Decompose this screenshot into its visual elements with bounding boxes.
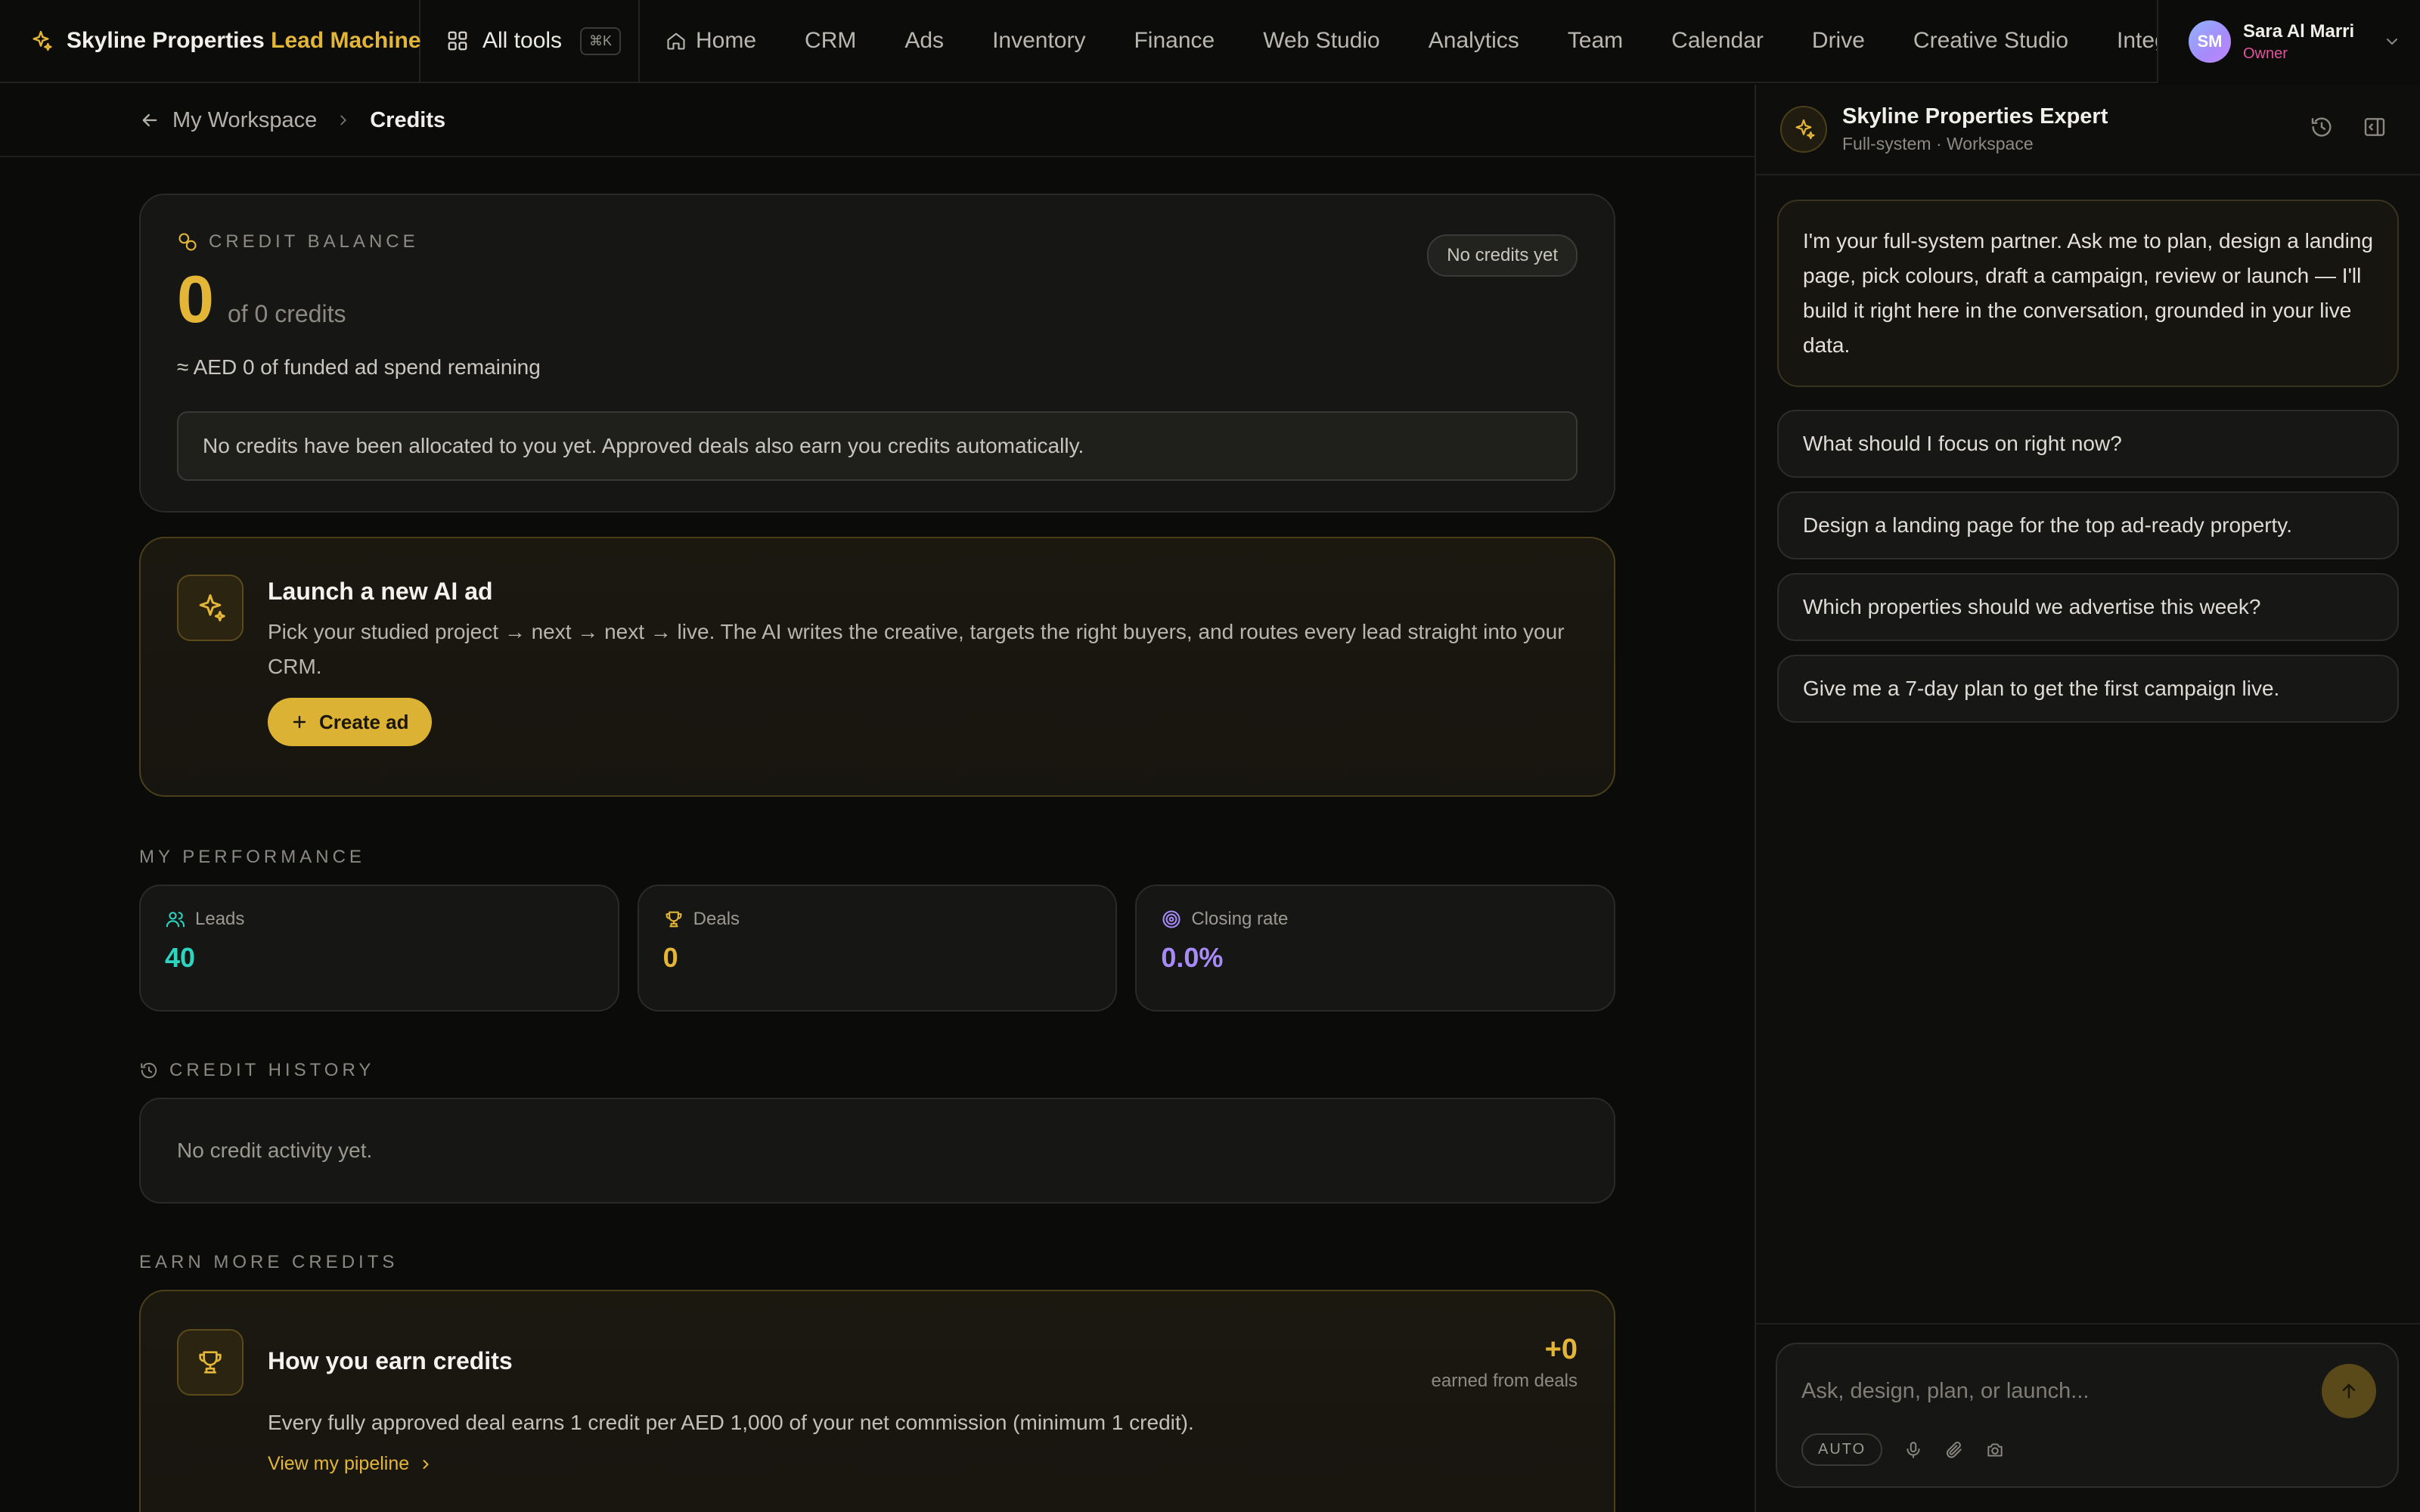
trophy-icon bbox=[177, 1329, 244, 1396]
send-button[interactable] bbox=[2322, 1364, 2376, 1418]
assistant-header: Skyline Properties Expert Full-system · … bbox=[1756, 85, 2420, 175]
stat-card-leads: Leads 40 bbox=[139, 885, 619, 1012]
status-badge: No credits yet bbox=[1427, 234, 1578, 277]
user-role: Owner bbox=[2243, 45, 2288, 62]
stat-card-closing-rate: Closing rate 0.0% bbox=[1135, 885, 1616, 1012]
nav-drive[interactable]: Drive bbox=[1812, 28, 1865, 54]
collapse-panel-icon[interactable] bbox=[2363, 115, 2387, 139]
avatar: SM bbox=[2189, 20, 2231, 63]
deals-value: 0 bbox=[662, 942, 678, 973]
nav-finance[interactable]: Finance bbox=[1134, 28, 1215, 54]
plus-icon bbox=[290, 713, 309, 731]
create-ad-button[interactable]: Create ad bbox=[268, 698, 432, 746]
credit-total: of 0 credits bbox=[227, 300, 346, 327]
nav-ads[interactable]: Ads bbox=[904, 28, 944, 54]
earn-credits-label: EARN MORE CREDITS bbox=[139, 1252, 399, 1272]
trophy-icon bbox=[663, 909, 684, 930]
chevron-right-icon bbox=[418, 1457, 433, 1472]
nav-inventory[interactable]: Inventory bbox=[992, 28, 1085, 54]
mode-selector[interactable]: AUTO bbox=[1801, 1433, 1883, 1466]
home-icon bbox=[666, 30, 687, 51]
user-name: Sara Al Marri bbox=[2243, 20, 2355, 42]
nav-crm[interactable]: CRM bbox=[805, 28, 856, 54]
top-navigation: Skyline Properties Lead Machine All tool… bbox=[0, 0, 2420, 83]
earn-credits-card: How you earn credits +0 earned from deal… bbox=[139, 1290, 1615, 1512]
all-tools-label: All tools bbox=[482, 28, 563, 53]
nav-web-studio[interactable]: Web Studio bbox=[1263, 28, 1380, 54]
chat-input[interactable]: Ask, design, plan, or launch... bbox=[1801, 1379, 2089, 1404]
grid-icon bbox=[446, 29, 469, 52]
shortcut-hint: ⌘K bbox=[580, 26, 622, 55]
performance-cards: Leads 40 Deals 0 Closing rate 0.0% bbox=[139, 885, 1616, 1012]
arrow-up-icon bbox=[2338, 1380, 2360, 1402]
launch-ad-card: Launch a new AI ad Pick your studied pro… bbox=[139, 537, 1615, 797]
sparkle-icon bbox=[1780, 106, 1827, 153]
chat-composer[interactable]: Ask, design, plan, or launch... AUTO bbox=[1776, 1343, 2399, 1488]
earned-from-deals: +0 earned from deals bbox=[1431, 1334, 1578, 1391]
suggestion-chip[interactable]: Give me a 7-day plan to get the first ca… bbox=[1777, 655, 2399, 723]
chevron-right-icon bbox=[335, 112, 352, 129]
nav-links: Home CRM Ads Inventory Finance Web Studi… bbox=[640, 0, 2157, 82]
brand[interactable]: Skyline Properties Lead Machine bbox=[0, 0, 421, 82]
target-icon bbox=[1161, 909, 1182, 930]
nav-home[interactable]: Home bbox=[666, 28, 756, 54]
all-tools-button[interactable]: All tools ⌘K bbox=[420, 0, 640, 82]
earn-credits-title: How you earn credits bbox=[268, 1347, 513, 1374]
performance-section-label: MY PERFORMANCE bbox=[139, 847, 365, 867]
camera-icon[interactable] bbox=[1985, 1440, 2005, 1460]
microphone-icon[interactable] bbox=[1903, 1440, 1923, 1460]
breadcrumb: My Workspace Credits bbox=[0, 85, 1754, 157]
credit-balance-value: 0 bbox=[177, 262, 214, 336]
ad-spend-remaining: ≈ AED 0 of funded ad spend remaining bbox=[177, 355, 541, 379]
sparkle-icon bbox=[29, 29, 53, 53]
main-content: CREDIT BALANCE 0 of 0 credits ≈ AED 0 of… bbox=[139, 194, 1616, 1512]
history-icon bbox=[139, 1061, 159, 1080]
closing-rate-value: 0.0% bbox=[1161, 942, 1224, 973]
nav-analytics[interactable]: Analytics bbox=[1429, 28, 1519, 54]
no-credits-notice: No credits have been allocated to you ye… bbox=[177, 411, 1578, 481]
credit-history-label: CREDIT HISTORY bbox=[139, 1060, 1615, 1081]
breadcrumb-parent[interactable]: My Workspace bbox=[172, 108, 317, 133]
credit-balance-card: CREDIT BALANCE 0 of 0 credits ≈ AED 0 of… bbox=[139, 194, 1615, 513]
view-pipeline-link[interactable]: View my pipeline bbox=[268, 1453, 433, 1475]
users-icon bbox=[165, 909, 186, 930]
stat-card-deals: Deals 0 bbox=[637, 885, 1118, 1012]
credit-history-empty: No credit activity yet. bbox=[139, 1098, 1615, 1204]
suggestion-chip[interactable]: Which properties should we advertise thi… bbox=[1777, 573, 2399, 641]
earn-credits-description: Every fully approved deal earns 1 credit… bbox=[268, 1411, 1194, 1434]
user-menu[interactable]: SM Sara Al Marri Owner bbox=[2157, 0, 2420, 83]
launch-ad-description: Pick your studied project → next → next … bbox=[268, 620, 1565, 678]
back-arrow-icon[interactable] bbox=[139, 110, 160, 131]
nav-creative-studio[interactable]: Creative Studio bbox=[1913, 28, 2068, 54]
assistant-title: Skyline Properties Expert bbox=[1842, 104, 2108, 129]
suggestion-chip[interactable]: What should I focus on right now? bbox=[1777, 410, 2399, 478]
assistant-panel: Skyline Properties Expert Full-system · … bbox=[1754, 85, 2420, 1512]
launch-ad-title: Launch a new AI ad bbox=[268, 578, 493, 605]
assistant-subtitle: Full-system · Workspace bbox=[1842, 134, 2034, 153]
paperclip-icon[interactable] bbox=[1944, 1440, 1964, 1460]
nav-team[interactable]: Team bbox=[1568, 28, 1623, 54]
leads-value: 40 bbox=[165, 942, 196, 973]
assistant-intro-message: I'm your full-system partner. Ask me to … bbox=[1777, 200, 2399, 387]
nav-integrations[interactable]: Integrations bbox=[2117, 28, 2157, 54]
breadcrumb-current: Credits bbox=[370, 107, 446, 132]
sparkle-icon bbox=[177, 575, 244, 641]
coins-icon bbox=[177, 231, 198, 253]
composer-area: Ask, design, plan, or launch... AUTO bbox=[1756, 1323, 2420, 1512]
brand-name: Skyline Properties bbox=[67, 28, 265, 53]
credit-balance-label: CREDIT BALANCE bbox=[209, 231, 419, 252]
brand-accent: Lead Machine bbox=[271, 28, 421, 53]
suggestion-chip[interactable]: Design a landing page for the top ad-rea… bbox=[1777, 491, 2399, 559]
history-icon[interactable] bbox=[2310, 115, 2334, 139]
chevron-down-icon bbox=[2383, 33, 2401, 51]
nav-calendar[interactable]: Calendar bbox=[1671, 28, 1764, 54]
